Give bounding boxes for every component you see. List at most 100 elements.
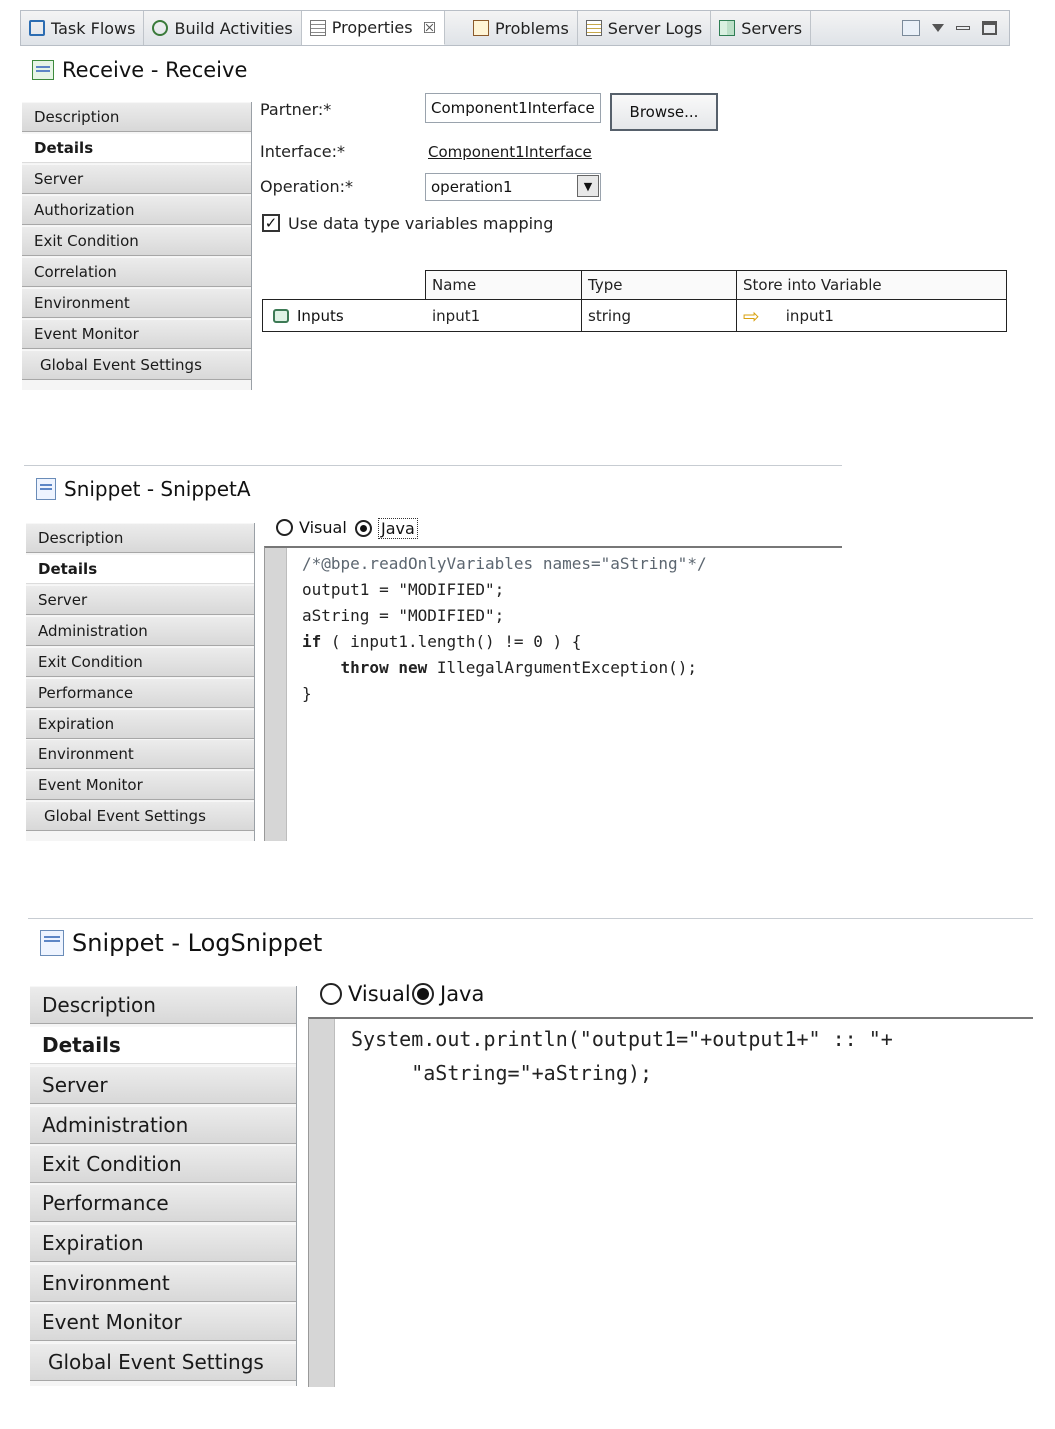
radio-unselected-icon [276,519,293,536]
sidebar-item-label: Administration [42,1113,189,1137]
snippet-icon [40,930,64,956]
pin-icon[interactable] [902,20,920,36]
sidebar-item-label: Administration [38,622,148,640]
input-type-cell[interactable]: string [582,300,737,331]
sidebar-item-label: Details [42,1033,121,1057]
snippet-a-sidebar: Description Details Server Administratio… [26,523,255,841]
tab-properties[interactable]: Properties ☒ [301,11,446,45]
partner-field[interactable]: Component1Interface [425,93,601,123]
interface-link[interactable]: Component1Interface [428,143,592,161]
visual-radio[interactable]: Visual [320,982,411,1006]
sidebar-item-details[interactable]: Details [30,1026,296,1064]
sidebar-item-environment[interactable]: Environment [22,288,251,318]
sidebar-item-label: Expiration [38,715,115,733]
sidebar-item-global-event-settings[interactable]: Global Event Settings [26,801,254,831]
sidebar-item-description[interactable]: Description [22,102,251,132]
tab-label: Properties [331,18,413,37]
store-variable-cell[interactable]: ⇨ input1 [737,300,1006,331]
servers-icon [719,20,736,36]
sidebar-item-label: Details [38,560,98,578]
sidebar-item-label: Event Monitor [42,1310,182,1334]
tab-server-logs[interactable]: Server Logs [578,11,712,45]
sidebar-item-label: Exit Condition [42,1152,182,1176]
snippet-a-code-editor[interactable]: /*@bpe.readOnlyVariables names="aString"… [264,546,842,841]
sidebar-item-label: Server [42,1073,108,1097]
tab-servers[interactable]: Servers [711,11,812,45]
build-activities-icon [152,20,169,36]
sidebar-item-label: Description [42,993,156,1017]
visual-radio[interactable]: Visual [276,518,347,537]
browse-button[interactable]: Browse... [610,93,718,131]
minimize-icon[interactable] [956,26,970,30]
tab-label: Task Flows [51,18,136,38]
sidebar-item-label: Event Monitor [34,325,139,343]
sidebar-item-server[interactable]: Server [22,164,251,194]
java-radio-label: Java [440,982,485,1006]
sidebar-item-environment[interactable]: Environment [26,739,254,769]
sidebar-item-event-monitor[interactable]: Event Monitor [30,1303,296,1341]
sidebar-item-exit-condition[interactable]: Exit Condition [26,647,254,677]
sidebar-item-label: Global Event Settings [48,1350,264,1374]
editor-gutter [265,548,287,841]
tab-build-activities[interactable]: Build Activities [144,11,302,45]
sidebar-item-exit-condition[interactable]: Exit Condition [30,1145,296,1183]
radio-selected-icon [412,983,434,1005]
chevron-down-icon[interactable]: ▼ [577,175,599,197]
sidebar-item-event-monitor[interactable]: Event Monitor [26,770,254,800]
sidebar-item-performance[interactable]: Performance [30,1184,296,1222]
sidebar-item-server[interactable]: Server [30,1066,296,1104]
java-radio-label: Java [378,518,418,539]
sidebar-item-description[interactable]: Description [26,523,254,553]
task-flows-icon [29,20,45,36]
interface-label: Interface:* [260,142,346,161]
receive-sidebar: Description Details Server Authorization… [22,102,252,390]
sidebar-item-label: Description [34,108,120,126]
sidebar-item-details[interactable]: Details [26,554,254,584]
server-logs-icon [585,20,602,36]
sidebar-item-description[interactable]: Description [30,986,296,1024]
java-radio[interactable]: Java [355,518,418,539]
maximize-icon[interactable] [982,21,997,35]
sidebar-item-label: Server [38,591,88,609]
sidebar-item-details[interactable]: Details [22,133,251,163]
column-header-name: Name [426,271,582,300]
sidebar-item-server[interactable]: Server [26,585,254,615]
sidebar-item-label: Global Event Settings [40,356,202,374]
sidebar-item-exit-condition[interactable]: Exit Condition [22,226,251,256]
sidebar-item-global-event-settings[interactable]: Global Event Settings [22,350,251,380]
view-toolbar [902,20,1009,36]
sidebar-item-expiration[interactable]: Expiration [30,1224,296,1262]
problems-icon [473,20,490,36]
sidebar-item-label: Correlation [34,263,117,281]
partner-label: Partner:* [260,100,332,119]
sidebar-item-label: Server [34,170,84,188]
snippet-a-title-text: Snippet - SnippetA [64,477,251,501]
java-radio[interactable]: Java [412,982,484,1006]
sidebar-item-correlation[interactable]: Correlation [22,257,251,287]
sidebar-item-event-monitor[interactable]: Event Monitor [22,319,251,349]
tab-task-flows[interactable]: Task Flows [21,11,145,45]
sidebar-item-label: Environment [42,1271,170,1295]
inputs-row-header[interactable]: Inputs [262,299,426,332]
sidebar-item-global-event-settings[interactable]: Global Event Settings [30,1343,296,1381]
sidebar-item-environment[interactable]: Environment [30,1264,296,1302]
view-menu-icon[interactable] [932,24,944,32]
log-snippet-code-editor[interactable]: System.out.println("output1="+output1+" … [308,1017,1033,1387]
sidebar-item-authorization[interactable]: Authorization [22,195,251,225]
sidebar-item-administration[interactable]: Administration [26,616,254,646]
input-name-cell[interactable]: input1 [426,300,582,331]
sidebar-item-label: Description [38,529,124,547]
operation-select[interactable]: operation1 [425,173,601,201]
sidebar-item-expiration[interactable]: Expiration [26,709,254,739]
radio-selected-icon [355,520,372,537]
close-tab-icon[interactable]: ☒ [423,19,436,37]
sidebar-item-performance[interactable]: Performance [26,678,254,708]
editor-gutter [309,1019,335,1387]
data-type-mapping-checkbox[interactable]: ✓ [262,214,280,232]
tab-problems[interactable]: Problems [465,11,578,45]
code-line-1: /*@bpe.readOnlyVariables names="aString"… [302,554,707,573]
code-line-1: System.out.println("output1="+output1+" … [351,1027,893,1051]
sidebar-item-administration[interactable]: Administration [30,1106,296,1144]
snippet-icon [36,478,56,500]
input-pin-icon [273,308,289,323]
